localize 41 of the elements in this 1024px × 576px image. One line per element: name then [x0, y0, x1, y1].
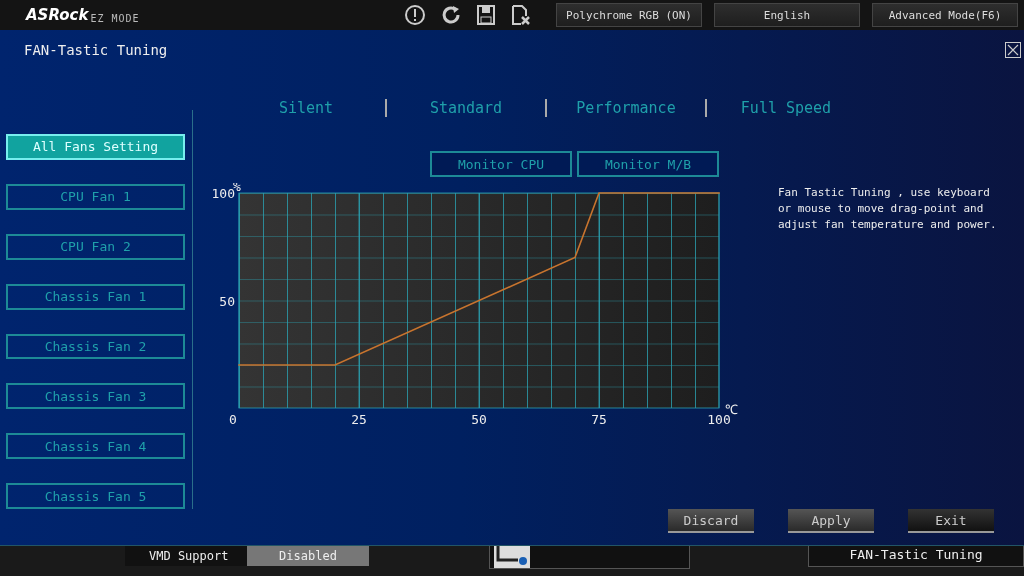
fan-button[interactable]: Chassis Fan 4 — [6, 433, 185, 460]
close-icon[interactable] — [1005, 42, 1021, 58]
refresh-icon[interactable] — [440, 4, 462, 26]
origin-label: 0 — [229, 412, 237, 427]
fan-button[interactable]: Chassis Fan 1 — [6, 283, 185, 310]
fan-button[interactable]: CPU Fan 2 — [6, 233, 185, 260]
x-tick-label: 75 — [591, 412, 607, 427]
setting-label: VMD Support — [125, 546, 247, 566]
y-tick-label: 100 — [211, 186, 235, 201]
x-tick-label: 25 — [351, 412, 367, 427]
cooler-icon — [494, 546, 530, 568]
action-button[interactable]: Discard — [668, 509, 754, 533]
fan-tuning-tile[interactable]: FAN-Tastic Tuning — [808, 546, 1024, 567]
alert-icon[interactable] — [404, 4, 426, 26]
fan-button[interactable]: Chassis Fan 5 — [6, 483, 185, 509]
action-button[interactable]: Exit — [908, 509, 994, 533]
fan-button[interactable]: Chassis Fan 3 — [6, 383, 185, 410]
top-button[interactable]: Polychrome RGB (ON) — [556, 3, 702, 27]
fan-button[interactable]: Chassis Fan 2 — [6, 333, 185, 360]
x-tick-label: 100 — [707, 412, 731, 427]
preset-tab[interactable]: Performance — [551, 99, 701, 117]
window-title: FAN-Tastic Tuning — [24, 42, 168, 60]
preset-tab[interactable]: Full Speed — [711, 99, 861, 117]
fan-button[interactable]: All Fans Setting — [6, 134, 185, 160]
save-icon[interactable] — [476, 4, 496, 26]
discard-file-icon[interactable] — [510, 4, 532, 26]
y-tick-label: 50 — [219, 293, 235, 309]
fan-curve-line[interactable] — [238, 192, 720, 366]
logo: ASRock — [26, 6, 89, 24]
preset-tab[interactable]: Standard — [391, 99, 541, 117]
top-button[interactable]: Advanced Mode(F6) — [872, 3, 1018, 27]
x-tick-label: 50 — [471, 412, 487, 427]
description-text: Fan Tastic Tuning , use keyboard or mouse to move drag-point and adjust fan temperature and power. — [778, 185, 998, 233]
setting-value[interactable]: Disabled — [247, 546, 369, 566]
action-button[interactable]: Apply — [788, 509, 874, 533]
top-button[interactable]: English — [714, 3, 860, 27]
monitor-button[interactable]: Monitor CPU — [430, 151, 572, 177]
mode-label: EZ MODE — [90, 13, 140, 24]
fan-button[interactable]: CPU Fan 1 — [6, 183, 185, 210]
monitor-button[interactable]: Monitor M/B — [577, 151, 719, 177]
preset-tab[interactable]: Silent — [231, 99, 381, 117]
